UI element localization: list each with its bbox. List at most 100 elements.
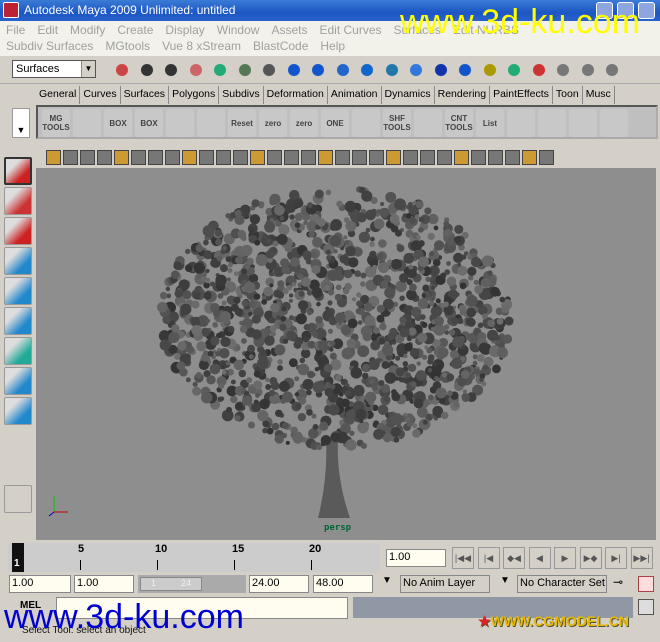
panel-tool-icon[interactable] [454,150,469,165]
panel-tool-icon[interactable] [420,150,435,165]
layout-icon[interactable] [4,485,32,513]
menu-edit[interactable]: Edit [37,23,58,37]
shelf-tab-curves[interactable]: Curves [80,86,121,104]
shelf-button[interactable]: CNT TOOLS [445,109,473,137]
shelf-tab-rendering[interactable]: Rendering [434,86,491,104]
tool-icon[interactable] [4,337,32,365]
shelf-tab-surfaces[interactable]: Surfaces [120,86,170,104]
panel-tool-icon[interactable] [250,150,265,165]
shelf-button[interactable] [569,109,597,137]
panel-tool-icon[interactable] [522,150,537,165]
panel-tool-icon[interactable] [148,150,163,165]
status-tool-icon[interactable] [577,60,598,80]
menu-help[interactable]: Help [320,39,345,53]
status-tool-icon[interactable] [136,60,157,80]
playback-start-field[interactable]: 1.00 [74,575,134,593]
panel-tool-icon[interactable] [352,150,367,165]
menu-set-dropdown[interactable]: Surfaces ▼ [12,60,96,78]
panel-tool-icon[interactable] [97,150,112,165]
shelf-button[interactable] [538,109,566,137]
playback-button[interactable]: |◀ [477,547,500,569]
panel-tool-icon[interactable] [165,150,180,165]
panel-tool-icon[interactable] [182,150,197,165]
shelf-tab-musc[interactable]: Musc [582,86,615,104]
tool-icon[interactable] [4,187,32,215]
panel-tool-icon[interactable] [199,150,214,165]
panel-tool-icon[interactable] [301,150,316,165]
maya-app-icon[interactable] [3,2,19,18]
status-tool-icon[interactable] [357,60,377,80]
current-time-field[interactable]: 1.00 [386,549,446,567]
close-button[interactable] [638,2,655,19]
status-tool-icon[interactable] [332,60,353,80]
playback-button[interactable]: |◀◀ [452,547,474,569]
shelf-tab-deformation[interactable]: Deformation [263,86,328,104]
status-tool-icon[interactable] [185,60,206,80]
script-editor-icon[interactable] [638,599,654,615]
shelf-tab-dynamics[interactable]: Dynamics [381,86,435,104]
panel-tool-icon[interactable] [114,150,129,165]
panel-tool-icon[interactable] [63,150,78,165]
menu-subdiv-surfaces[interactable]: Subdiv Surfaces [6,39,93,53]
range-slider[interactable]: 1 24 [138,575,246,593]
status-tool-icon[interactable] [455,60,475,80]
status-tool-icon[interactable] [479,60,500,80]
shelf-button[interactable] [507,109,535,137]
end-time-field[interactable]: 48.00 [313,575,373,593]
tool-icon[interactable] [4,277,32,305]
panel-tool-icon[interactable] [488,150,503,165]
shelf-button[interactable] [414,109,442,137]
shelf-button[interactable] [197,109,225,137]
tool-icon[interactable] [4,307,32,335]
status-tool-icon[interactable] [406,60,426,80]
status-tool-icon[interactable] [381,60,402,80]
chevron-down-icon[interactable]: ▼ [81,61,95,77]
panel-tool-icon[interactable] [80,150,95,165]
preferences-icon[interactable] [638,576,654,592]
shelf-tab-animation[interactable]: Animation [327,86,382,104]
shelf-button[interactable] [73,109,101,137]
playback-button[interactable]: ▶▶| [630,547,653,569]
status-tool-icon[interactable] [430,60,451,80]
status-tool-icon[interactable] [234,60,255,80]
time-slider[interactable]: 1 5 10 15 20 [8,543,380,572]
panel-tool-icon[interactable] [216,150,231,165]
shelf-button[interactable]: Reset [228,109,256,137]
shelf-button[interactable]: SHF TOOLS [383,109,411,137]
tool-icon[interactable] [4,397,32,425]
tool-icon[interactable] [4,157,32,185]
panel-tool-icon[interactable] [267,150,282,165]
tool-icon[interactable] [4,247,32,275]
menu-edit-curves[interactable]: Edit Curves [319,23,381,37]
anim-layer-field[interactable]: No Anim Layer [400,575,490,593]
start-time-field[interactable]: 1.00 [9,575,71,593]
shelf-menu-button[interactable]: ▼ [12,108,30,138]
shelf-button[interactable]: BOX [104,109,132,137]
playback-button[interactable]: ▶ [554,547,576,569]
status-tool-icon[interactable] [308,60,328,80]
status-tool-icon[interactable] [210,60,230,80]
shelf-tab-general[interactable]: General [36,86,81,104]
menu-create[interactable]: Create [117,23,153,37]
shelf-button[interactable] [352,109,380,137]
status-tool-icon[interactable] [553,60,573,80]
shelf-tab-subdivs[interactable]: Subdivs [219,86,264,104]
panel-tool-icon[interactable] [403,150,418,165]
menu-assets[interactable]: Assets [271,23,307,37]
playback-end-field[interactable]: 24.00 [249,575,309,593]
playback-button[interactable]: ▶◆ [579,547,602,569]
shelf-button[interactable]: zero [290,109,318,137]
panel-tool-icon[interactable] [46,150,61,165]
shelf-button[interactable]: BOX [135,109,163,137]
menu-window[interactable]: Window [217,23,260,37]
shelf-button[interactable] [166,109,194,137]
panel-tool-icon[interactable] [505,150,520,165]
shelf-button[interactable]: List [476,109,504,137]
status-tool-icon[interactable] [112,60,132,80]
panel-tool-icon[interactable] [233,150,248,165]
menu-vue-8-xstream[interactable]: Vue 8 xStream [162,39,241,53]
menu-blastcode[interactable]: BlastCode [253,39,308,53]
panel-tool-icon[interactable] [284,150,299,165]
anim-layer-dropdown-icon[interactable]: ▼ [377,575,397,593]
status-tool-icon[interactable] [283,60,304,80]
